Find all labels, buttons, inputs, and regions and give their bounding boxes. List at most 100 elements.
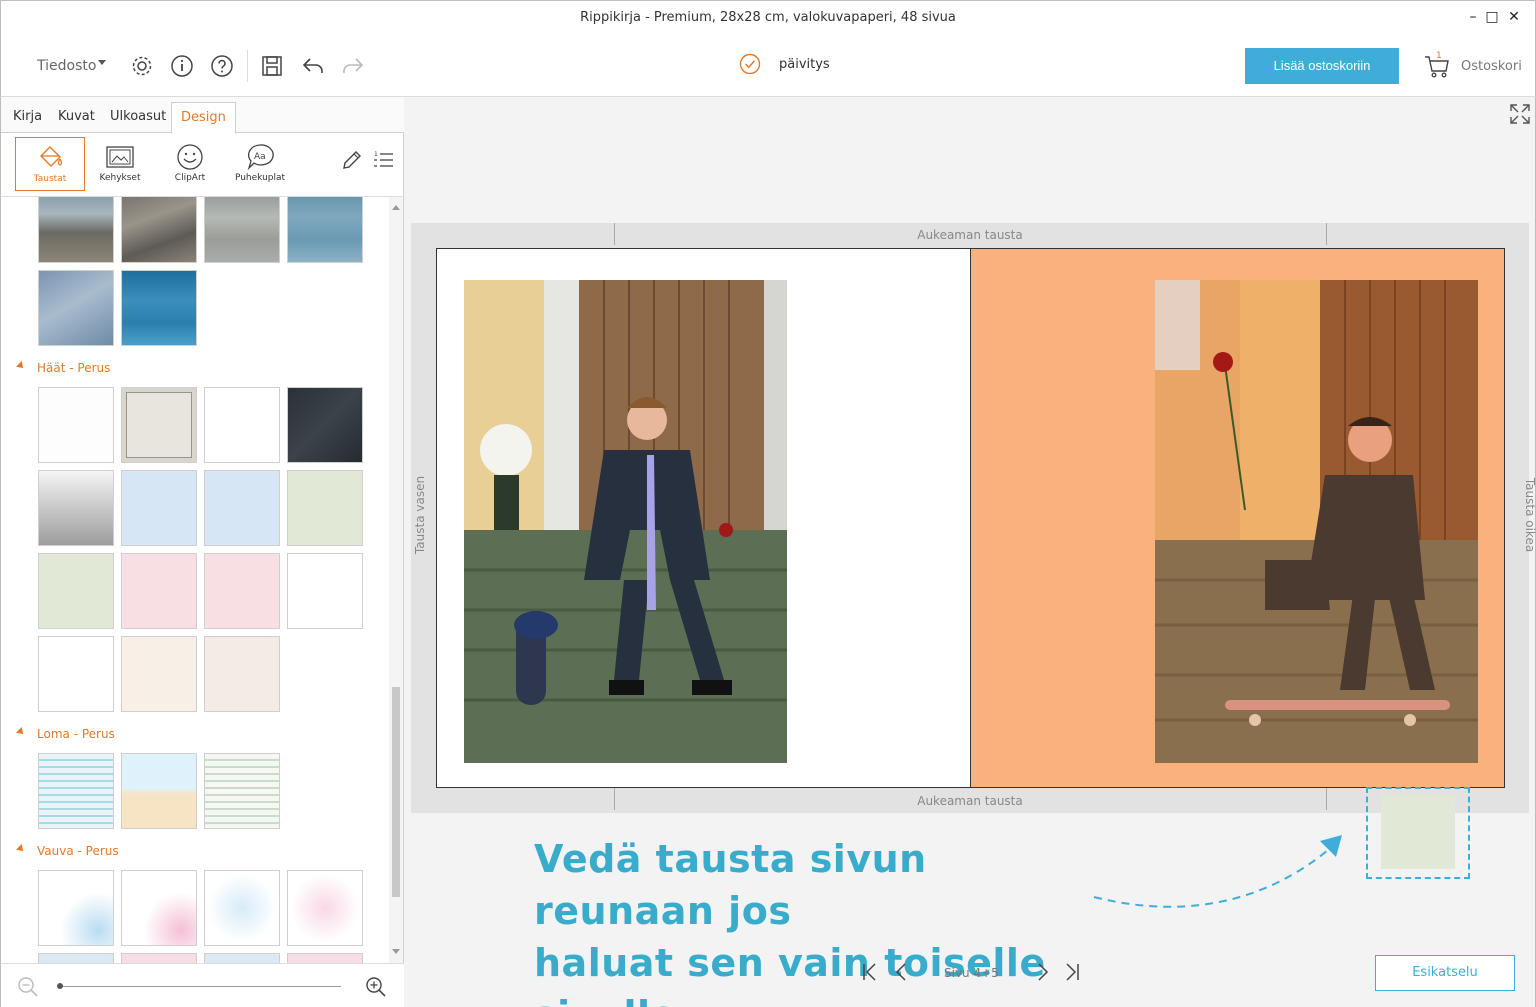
preview-button[interactable]: Esikatselu bbox=[1375, 955, 1515, 991]
file-menu[interactable]: Tiedosto bbox=[37, 58, 96, 74]
check-circle-icon bbox=[739, 53, 761, 75]
save-icon[interactable] bbox=[260, 54, 284, 78]
background-thumb[interactable] bbox=[204, 470, 280, 546]
tab-kuvat[interactable]: Kuvat bbox=[58, 109, 95, 124]
title-bar: Rippikirja - Premium, 28x28 cm, valokuva… bbox=[0, 0, 1536, 34]
background-thumb[interactable] bbox=[38, 387, 114, 463]
photo-right[interactable] bbox=[1155, 280, 1478, 763]
right-background-label: Tausta oikea bbox=[1523, 477, 1536, 553]
background-thumb[interactable] bbox=[287, 197, 363, 263]
first-page-icon[interactable] bbox=[860, 962, 880, 982]
background-thumb[interactable] bbox=[204, 953, 280, 963]
cart-link[interactable]: Ostoskori bbox=[1461, 59, 1522, 74]
background-thumb[interactable] bbox=[38, 197, 114, 263]
background-thumb[interactable] bbox=[287, 553, 363, 629]
background-thumb[interactable] bbox=[121, 470, 197, 546]
background-thumb[interactable] bbox=[38, 953, 114, 963]
background-thumb[interactable] bbox=[287, 470, 363, 546]
info-icon[interactable] bbox=[170, 54, 194, 78]
dragged-background-ghost bbox=[1366, 787, 1470, 879]
maximize-button[interactable]: □ bbox=[1482, 7, 1502, 27]
background-thumb[interactable] bbox=[204, 387, 280, 463]
scroll-thumb[interactable] bbox=[392, 687, 400, 897]
background-thumb[interactable] bbox=[204, 753, 280, 829]
background-thumb[interactable] bbox=[204, 636, 280, 712]
background-thumb[interactable] bbox=[38, 470, 114, 546]
background-thumb[interactable] bbox=[38, 636, 114, 712]
tool-clipart[interactable]: ClipArt bbox=[155, 137, 225, 191]
boy-sitting-photo bbox=[464, 280, 787, 763]
gallery-scrollbar[interactable] bbox=[389, 197, 403, 963]
right-page[interactable] bbox=[970, 248, 1505, 788]
next-page-icon[interactable] bbox=[1032, 962, 1052, 982]
scroll-up-icon[interactable] bbox=[392, 205, 400, 210]
background-thumb[interactable] bbox=[204, 553, 280, 629]
tool-kehykset[interactable]: Kehykset bbox=[85, 137, 155, 191]
pencil-icon[interactable] bbox=[341, 149, 363, 171]
toolbar-divider bbox=[247, 50, 248, 82]
background-thumb[interactable] bbox=[287, 953, 363, 963]
scroll-down-icon[interactable] bbox=[392, 949, 400, 954]
zoom-in-icon[interactable] bbox=[365, 976, 387, 998]
background-thumb[interactable] bbox=[121, 387, 197, 463]
speech-bubble-icon: Aa bbox=[247, 144, 274, 171]
section-haat-perus[interactable]: Häät - Perus bbox=[37, 361, 110, 375]
zoom-slider-track[interactable] bbox=[59, 986, 341, 987]
previous-page-icon[interactable] bbox=[892, 962, 912, 982]
svg-text:1: 1 bbox=[374, 151, 378, 158]
page-navigator: Sivu 4+5 bbox=[860, 959, 1090, 985]
background-thumb[interactable] bbox=[121, 753, 197, 829]
numbered-list-icon[interactable]: 1 bbox=[373, 149, 395, 171]
section-loma-perus[interactable]: Loma - Perus bbox=[37, 727, 115, 741]
background-thumb[interactable] bbox=[121, 197, 197, 263]
background-thumb[interactable] bbox=[287, 870, 363, 946]
tab-kirja[interactable]: Kirja bbox=[13, 109, 42, 124]
background-thumb[interactable] bbox=[204, 870, 280, 946]
toolbar: Tiedosto päivitys Lisää ostoskoriin 1 Os… bbox=[0, 34, 1536, 97]
background-thumb[interactable] bbox=[38, 270, 114, 346]
collapse-arrow-icon[interactable] bbox=[16, 361, 26, 371]
background-thumb[interactable] bbox=[38, 553, 114, 629]
tool-label: ClipArt bbox=[174, 173, 206, 183]
collapse-arrow-icon[interactable] bbox=[16, 844, 26, 854]
minimize-button[interactable]: – bbox=[1463, 7, 1483, 27]
zoom-slider-handle[interactable] bbox=[57, 983, 63, 989]
background-thumb[interactable] bbox=[121, 270, 197, 346]
background-thumb[interactable] bbox=[38, 870, 114, 946]
tool-puhekuplat[interactable]: Aa Puhekuplat bbox=[225, 137, 295, 191]
panel-tabs: Kirja Kuvat Ulkoasut Design bbox=[1, 97, 404, 134]
collapse-arrow-icon[interactable] bbox=[16, 727, 26, 737]
zoom-out-icon[interactable] bbox=[17, 976, 39, 998]
background-thumb[interactable] bbox=[121, 953, 197, 963]
left-page[interactable] bbox=[436, 248, 970, 788]
tab-design[interactable]: Design bbox=[171, 102, 236, 134]
gear-icon[interactable] bbox=[130, 54, 154, 78]
spread-background-label-top: Aukeaman tausta bbox=[917, 228, 1023, 242]
spread-drop-zone[interactable]: Aukeaman tausta Aukeaman tausta Tausta v… bbox=[411, 223, 1536, 813]
photo-left[interactable] bbox=[464, 280, 787, 763]
background-thumb[interactable] bbox=[121, 870, 197, 946]
tool-taustat[interactable]: Taustat bbox=[15, 137, 85, 191]
background-thumb[interactable] bbox=[287, 387, 363, 463]
close-button[interactable]: ✕ bbox=[1504, 7, 1524, 27]
arrow-icon bbox=[1093, 835, 1342, 908]
tab-ulkoasut[interactable]: Ulkoasut bbox=[110, 109, 166, 124]
svg-text:Aa: Aa bbox=[254, 152, 266, 162]
chevron-down-icon[interactable] bbox=[98, 60, 106, 65]
background-thumb[interactable] bbox=[204, 197, 280, 263]
help-icon[interactable] bbox=[210, 54, 234, 78]
undo-icon[interactable] bbox=[301, 54, 325, 78]
update-status: päivitys bbox=[779, 57, 830, 72]
fullscreen-icon[interactable] bbox=[1508, 102, 1532, 126]
background-thumb[interactable] bbox=[121, 553, 197, 629]
paint-bucket-icon bbox=[40, 146, 63, 167]
background-thumb[interactable] bbox=[38, 753, 114, 829]
redo-icon[interactable] bbox=[341, 54, 365, 78]
last-page-icon[interactable] bbox=[1062, 962, 1082, 982]
window-title: Rippikirja - Premium, 28x28 cm, valokuva… bbox=[580, 10, 956, 25]
page-indicator: Sivu 4+5 bbox=[944, 966, 999, 980]
background-thumb[interactable] bbox=[121, 636, 197, 712]
section-vauva-perus[interactable]: Vauva - Perus bbox=[37, 844, 119, 858]
add-to-cart-button[interactable]: Lisää ostoskoriin bbox=[1245, 48, 1399, 84]
tool-label: Kehykset bbox=[99, 173, 141, 183]
